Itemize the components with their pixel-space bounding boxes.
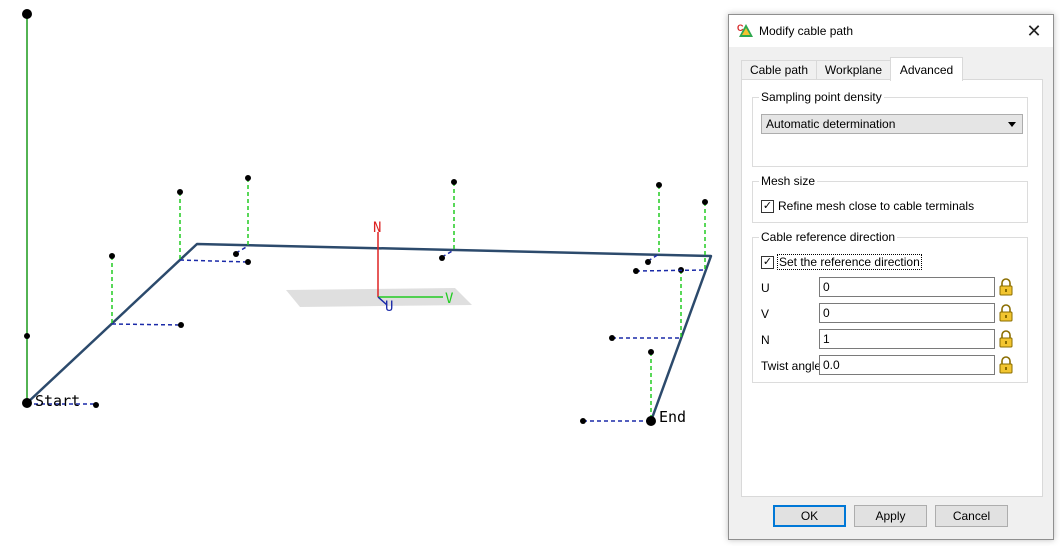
cable-path bbox=[26, 242, 713, 422]
twist-angle-field[interactable] bbox=[819, 355, 995, 375]
set-reference-label: Set the reference direction bbox=[777, 254, 922, 270]
reference-group-title: Cable reference direction bbox=[759, 230, 898, 244]
advanced-panel: Sampling point density Automatic determi… bbox=[741, 79, 1043, 497]
sample-tangent-tips bbox=[93, 251, 651, 424]
end-label: End bbox=[659, 408, 686, 426]
lock-icon[interactable] bbox=[998, 330, 1014, 348]
axis-mid-point bbox=[24, 333, 30, 339]
tab-label: Advanced bbox=[899, 62, 954, 77]
app-logo-icon: C bbox=[737, 23, 753, 37]
lock-icon[interactable] bbox=[998, 356, 1014, 374]
dialog-title: Modify cable path bbox=[759, 24, 854, 38]
u-axis-label: U bbox=[385, 299, 393, 315]
mesh-size-group-title: Mesh size bbox=[759, 174, 818, 188]
sampling-density-select[interactable]: Automatic determination bbox=[761, 114, 1023, 134]
end-terminal-point[interactable] bbox=[646, 416, 656, 426]
twist-angle-label: Twist angle bbox=[761, 359, 822, 373]
tab-cable-path[interactable]: Cable path bbox=[741, 60, 817, 79]
u-field[interactable] bbox=[819, 277, 995, 297]
apply-button[interactable]: Apply bbox=[854, 505, 927, 527]
start-terminal-point[interactable] bbox=[22, 398, 32, 408]
refine-mesh-checkbox[interactable]: ✓ bbox=[761, 199, 774, 213]
n-axis-label: N bbox=[373, 220, 381, 236]
sample-normal-tips bbox=[109, 175, 708, 355]
refine-mesh-label: Refine mesh close to cable terminals bbox=[778, 199, 975, 213]
close-icon: ✕ bbox=[1026, 20, 1042, 41]
v-field-label: V bbox=[761, 307, 770, 321]
tab-label: Cable path bbox=[749, 63, 809, 77]
chevron-down-icon bbox=[1008, 122, 1016, 127]
dialog-titlebar[interactable]: C Modify cable path ✕ bbox=[729, 15, 1053, 47]
tab-label: Workplane bbox=[824, 63, 883, 77]
tab-advanced[interactable]: Advanced bbox=[890, 57, 963, 81]
v-axis-label: V bbox=[445, 291, 454, 307]
refine-mesh-row[interactable]: ✓ Refine mesh close to cable terminals bbox=[761, 198, 974, 214]
v-field[interactable] bbox=[819, 303, 995, 323]
sampling-group-title: Sampling point density bbox=[759, 90, 884, 104]
cancel-button[interactable]: Cancel bbox=[935, 505, 1008, 527]
lock-icon[interactable] bbox=[998, 278, 1014, 296]
sampling-group: Sampling point density Automatic determi… bbox=[752, 90, 1028, 167]
sampling-selected-value: Automatic determination bbox=[766, 117, 896, 131]
set-reference-row[interactable]: ✓ Set the reference direction bbox=[761, 254, 922, 270]
sample-tangents bbox=[27, 245, 706, 422]
ok-button[interactable]: OK bbox=[773, 505, 846, 527]
checkmark-icon: ✓ bbox=[762, 199, 773, 212]
reference-direction-group: Cable reference direction ✓ Set the refe… bbox=[752, 230, 1028, 383]
tab-workplane[interactable]: Workplane bbox=[816, 60, 891, 79]
n-field[interactable] bbox=[819, 329, 995, 349]
svg-text:C: C bbox=[737, 23, 744, 33]
n-field-label: N bbox=[761, 333, 770, 347]
checkmark-icon: ✓ bbox=[762, 255, 773, 268]
axis-top-point bbox=[22, 9, 32, 19]
3d-viewport[interactable]: Start End N V U bbox=[0, 0, 728, 546]
mesh-size-group: Mesh size ✓ Refine mesh close to cable t… bbox=[752, 174, 1028, 223]
close-button[interactable]: ✕ bbox=[1015, 15, 1053, 47]
modify-cable-path-dialog[interactable]: C Modify cable path ✕ Cable path Workpla… bbox=[728, 14, 1054, 540]
set-reference-checkbox[interactable]: ✓ bbox=[761, 255, 774, 269]
lock-icon[interactable] bbox=[998, 304, 1014, 322]
start-label: Start bbox=[35, 392, 80, 410]
u-field-label: U bbox=[761, 281, 770, 295]
